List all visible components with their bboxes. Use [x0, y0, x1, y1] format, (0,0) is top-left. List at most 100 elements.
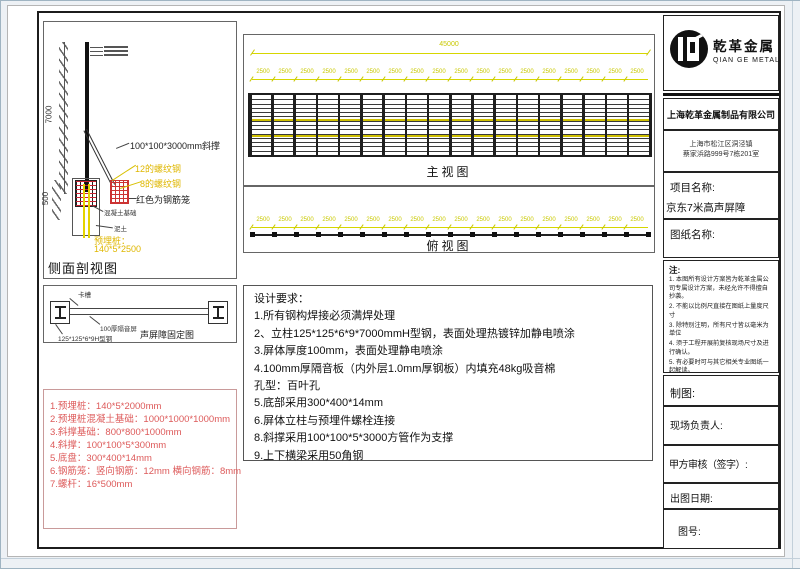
requirement-line: 4.100mm厚隔音板（内外层1.0mm厚钢板）内填充48kg吸音棉: [254, 361, 642, 378]
spec-item: 6.钢筋笼：竖向钢筋：12mm 横向钢筋：8mm: [50, 465, 230, 478]
note-item: 5. 有必要时可与其它相关专业图纸一起解读。: [669, 359, 774, 376]
brace-label: 100*100*3000mm斜撑: [130, 139, 220, 152]
site-manager-cell: 现场负责人:: [663, 406, 779, 445]
column-post-line: [538, 95, 541, 155]
column-post-line: [293, 95, 296, 155]
note-item: 2. 不能以比例尺直接在图纸上量度尺寸: [669, 303, 774, 320]
spec-list-box: 1.预埋桩：140*5*2000mm2.预埋桩混凝土基础：1000*1000*1…: [43, 389, 237, 529]
sound-panel-plan: [70, 308, 208, 315]
bay-dimension-row: 2500250025002500250025002500250025002500…: [252, 67, 648, 80]
column-post-line: [405, 95, 408, 155]
column-post-line: [338, 95, 341, 155]
drawing-name-cell: 图纸名称:: [663, 219, 779, 258]
slot-label: 卡槽: [78, 289, 91, 299]
design-requirements-box: 设计要求： 1.所有钢构焊接必须满焊处理2、立柱125*125*6*9*7000…: [243, 285, 653, 461]
client-approval-label: 甲方审核（签字）:: [669, 456, 747, 471]
logo-cell: 乾革金属 QIAN GE METAL: [663, 15, 779, 91]
dim-label-2500: 2500: [274, 67, 296, 79]
address-line1: 上海市松江区洞泾镇: [664, 140, 778, 150]
dim-label-2500: 2500: [604, 67, 626, 79]
logo-name-cn: 乾革金属: [713, 35, 780, 55]
dim-label-2500: 2500: [340, 67, 362, 79]
spec-item: 5.底盘：300*400*14mm: [50, 452, 230, 465]
company-name: 上海乾革金属制品有限公司: [667, 108, 775, 121]
dim-label-2500: 2500: [428, 215, 450, 227]
drawing-number-label: 图号:: [678, 523, 701, 538]
dim-label-2500: 2500: [472, 215, 494, 227]
requirement-line: 1.所有钢构焊接必须满焊处理: [254, 308, 642, 325]
dim-label-2500: 2500: [538, 67, 560, 79]
top-view-title: 俯视图: [244, 237, 654, 254]
top-view-box: 2500250025002500250025002500250025002500…: [243, 186, 655, 253]
dim-label-2500: 2500: [582, 215, 604, 227]
title-block-divider: [663, 93, 779, 96]
cage-note-label: 红色为钢筋笼: [136, 193, 190, 206]
column-post-line: [249, 95, 252, 155]
requirement-line: 9.上下横梁采用50角钢: [254, 448, 642, 465]
dim-label-2500: 2500: [428, 67, 450, 79]
embedded-pile-line: [88, 184, 90, 238]
h-column-post: [85, 42, 89, 192]
column-post-line: [316, 95, 319, 155]
company-name-cell: 上海乾革金属制品有限公司: [663, 98, 779, 130]
dim-label-2500: 2500: [406, 67, 428, 79]
note-item: 1. 本图所有设计方案皆为乾革金属公司专属设计方案，未经允许不得擅自抄袭。: [669, 276, 774, 302]
requirement-line: 孔型：百叶孔: [254, 378, 642, 395]
i-beam-icon: [213, 306, 224, 319]
dim-label-2500: 2500: [340, 215, 362, 227]
project-label: 项目名称:: [670, 180, 715, 195]
dim-label-2500: 2500: [318, 215, 340, 227]
pole-top-annotation-line: [90, 46, 128, 48]
drafter-cell: 制图:: [663, 375, 779, 406]
column-post-line: [271, 95, 274, 155]
dimension-line-7000: [64, 42, 65, 194]
company-logo-icon: [670, 30, 708, 68]
drawing-name-label: 图纸名称:: [670, 227, 715, 242]
spec-item: 1.预埋桩：140*5*2000mm: [50, 400, 230, 413]
notes-list: 1. 本图所有设计方案皆为乾革金属公司专属设计方案，未经允许不得擅自抄袭。2. …: [669, 276, 774, 376]
column-post-line: [449, 95, 452, 155]
h-beam-section-right: [208, 301, 228, 324]
project-cell: 项目名称: 京东7米高声屏障: [663, 172, 779, 219]
note-item: 3. 除特别注明，所有尺寸皆以毫米为单位: [669, 322, 774, 339]
spec-item: 7.螺杆：16*500mm: [50, 478, 230, 491]
fixing-diagram-box: 卡槽 100厚隔音屏 125*125*6*9H型钢 声屏障固定图: [43, 285, 237, 343]
column-post-line: [382, 95, 385, 155]
spec-item: 2.预埋桩混凝土基础：1000*1000*1000mm: [50, 413, 230, 426]
design-requirements-title: 设计要求：: [254, 291, 642, 308]
dim-label-2500: 2500: [362, 215, 384, 227]
bottom-edge-line: [1, 558, 800, 559]
total-dimension-line: [252, 45, 648, 54]
dim-label-2500: 2500: [274, 215, 296, 227]
rebar12-leader-line: [112, 165, 136, 181]
notes-cell: 注: 1. 本图所有设计方案皆为乾革金属公司专属设计方案，未经允许不得擅自抄袭。…: [663, 260, 779, 373]
dim-label-2500: 2500: [406, 215, 428, 227]
site-manager-label: 现场负责人:: [670, 417, 723, 432]
pole-top-annotation-line: [90, 54, 128, 56]
requirement-line: 3.屏体厚度100mm，表面处理静电喷涂: [254, 343, 642, 360]
column-post-line: [493, 95, 496, 155]
dim-label-2500: 2500: [296, 215, 318, 227]
dim-label-2500: 2500: [516, 215, 538, 227]
dim-label-2500: 2500: [384, 67, 406, 79]
brace-leader-line: [116, 143, 129, 149]
column-post-line: [516, 95, 519, 155]
panel-label: 100厚隔音屏: [100, 323, 137, 333]
column-post-line: [471, 95, 474, 155]
dim-label-2500: 2500: [494, 215, 516, 227]
address-cell: 上海市松江区洞泾镇 蔡家浜路999号7栋201室: [663, 130, 779, 172]
top-view-bar: [252, 234, 648, 236]
soil-label: 泥土: [114, 223, 127, 233]
dim-label-2500: 2500: [626, 215, 648, 227]
cage-leader-line: [129, 198, 136, 199]
date-label: 出图日期:: [670, 490, 713, 505]
fixing-diagram-title: 声屏障固定图: [140, 328, 194, 341]
concrete-label: 混凝土基础: [104, 207, 137, 217]
dim-label-2500: 2500: [626, 67, 648, 79]
dim-label-2500: 2500: [582, 67, 604, 79]
logo-name-en: QIAN GE METAL: [713, 57, 780, 64]
column-post-line: [649, 95, 652, 155]
column-post-line: [627, 95, 630, 155]
column-post-line: [582, 95, 585, 155]
dim-label-2500: 2500: [516, 67, 538, 79]
